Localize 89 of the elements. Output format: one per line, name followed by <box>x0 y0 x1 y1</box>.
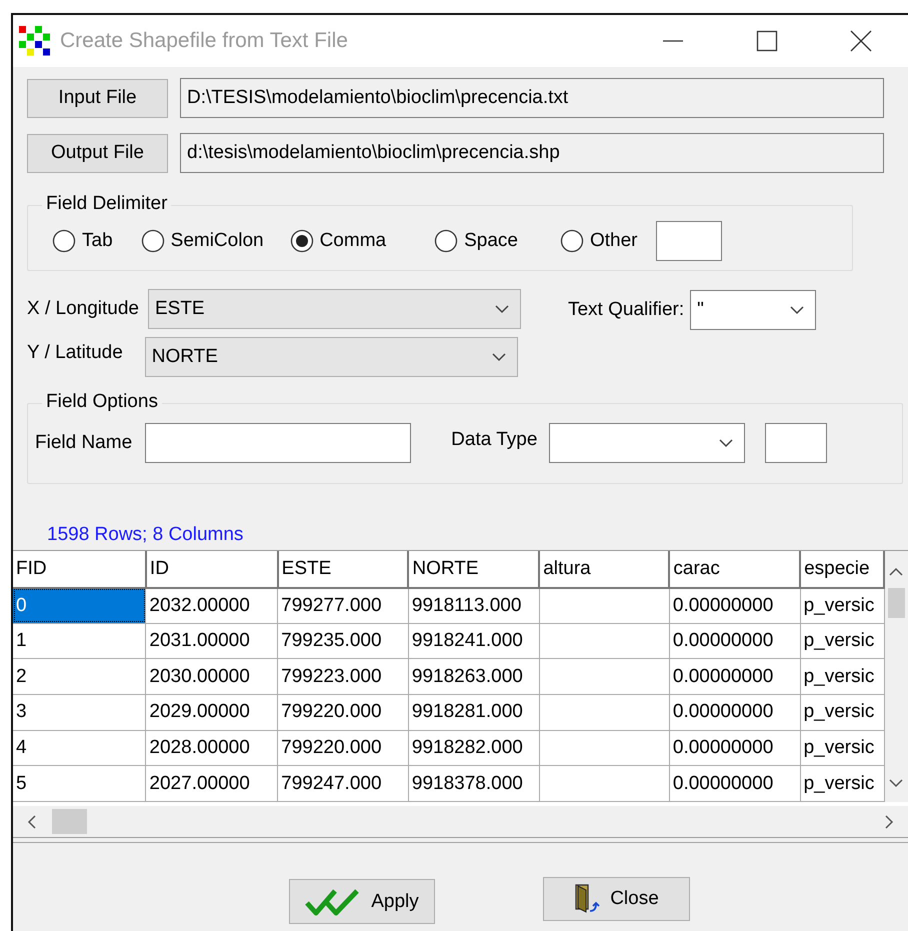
table-cell: p_versic <box>800 766 884 802</box>
radio-circle-icon[interactable] <box>560 229 584 253</box>
table-cell: 2 <box>13 658 146 695</box>
dialog-button[interactable]: Apply <box>289 879 435 924</box>
table-cell: 799277.000 <box>278 588 408 624</box>
table-cell: 4 <box>13 730 146 766</box>
field-label: Text Qualifier: <box>568 299 684 321</box>
radio-circle-icon[interactable] <box>52 229 76 253</box>
window-title: Create Shapefile from Text File <box>60 29 349 53</box>
chevron-up-icon[interactable] <box>889 567 904 576</box>
table-cell: 9918241.000 <box>408 623 540 659</box>
radio-button[interactable]: Comma <box>290 229 386 253</box>
table-cell: 2032.00000 <box>146 588 278 624</box>
table-cell: 799220.000 <box>278 694 408 730</box>
dropdown[interactable] <box>549 423 746 463</box>
chevron-down-icon <box>494 304 510 314</box>
scrollbar-thumb[interactable] <box>52 809 87 834</box>
group-label: Field Options <box>42 391 162 413</box>
row-count-label: 1598 Rows; 8 Columns <box>47 524 244 546</box>
horizontal-scrollbar[interactable] <box>13 806 908 837</box>
chevron-down-icon[interactable] <box>889 779 904 788</box>
field-label: X / Longitude <box>27 298 139 320</box>
table-cell: 0.00000000 <box>669 694 800 730</box>
table-cell: p_versic <box>800 623 884 659</box>
file-path-field[interactable]: D:\TESIS\modelamiento\bioclim\precencia.txt <box>180 78 884 118</box>
table-cell: p_versic <box>800 730 884 766</box>
column-header[interactable]: carac <box>669 551 800 588</box>
vertical-scrollbar[interactable] <box>885 551 908 802</box>
table-cell: 2028.00000 <box>146 730 278 766</box>
radio-button[interactable]: Tab <box>52 229 113 253</box>
dropdown[interactable]: ESTE <box>148 289 521 329</box>
field-label: Data Type <box>451 429 538 451</box>
field-label: Field Name <box>35 432 132 454</box>
table-cell: 799220.000 <box>278 730 408 766</box>
radio-button[interactable]: Space <box>434 229 518 253</box>
table-cell: 0.00000000 <box>669 730 800 766</box>
table-cell: 2027.00000 <box>146 766 278 802</box>
table-cell: 9918378.000 <box>408 766 540 802</box>
chevron-right-icon[interactable] <box>885 814 894 828</box>
chevron-left-icon[interactable] <box>27 814 36 828</box>
table-cell: 2031.00000 <box>146 623 278 659</box>
chevron-down-icon <box>490 352 507 362</box>
table-cell: 0.00000000 <box>669 766 800 802</box>
file-path-field[interactable]: d:\tesis\modelamiento\bioclim\precencia.shp <box>180 133 884 173</box>
maximize-icon[interactable] <box>756 30 778 52</box>
scrollbar-thumb[interactable] <box>888 588 905 618</box>
door-icon <box>574 884 600 914</box>
table-cell: 9918282.000 <box>408 730 540 766</box>
table-cell: 799247.000 <box>278 766 408 802</box>
checkered-app-icon <box>19 26 51 56</box>
table-cell: 9918113.000 <box>408 588 540 624</box>
table-cell: 0 <box>13 588 146 624</box>
radio-button[interactable]: SemiColon <box>140 229 264 253</box>
table-cell: 9918263.000 <box>408 658 540 695</box>
table-cell: 1 <box>13 623 146 659</box>
file-button[interactable]: Input File <box>27 78 168 118</box>
text-input[interactable] <box>656 221 722 261</box>
table-cell: 0.00000000 <box>669 623 800 659</box>
text-input[interactable] <box>765 423 828 463</box>
table-cell: 0.00000000 <box>669 588 800 624</box>
radio-button[interactable]: Other <box>560 229 638 253</box>
column-header[interactable]: ID <box>146 551 278 588</box>
double-check-icon <box>305 888 362 916</box>
close-icon[interactable] <box>850 30 872 52</box>
table-cell: 799223.000 <box>278 658 408 695</box>
table-cell: 2029.00000 <box>146 694 278 730</box>
text-input[interactable] <box>145 423 412 463</box>
table-cell: 0.00000000 <box>669 658 800 695</box>
column-header[interactable]: NORTE <box>408 551 540 588</box>
table-cell: p_versic <box>800 588 884 624</box>
radio-circle-icon[interactable] <box>140 229 165 253</box>
table-cell: 9918281.000 <box>408 694 540 730</box>
dialog-button[interactable]: Close <box>543 877 690 921</box>
radio-circle-icon[interactable] <box>290 229 314 253</box>
table-cell: 5 <box>13 766 146 802</box>
column-header[interactable]: ESTE <box>278 551 408 588</box>
table-cell: 2030.00000 <box>146 658 278 695</box>
radio-circle-icon[interactable] <box>434 229 458 253</box>
file-button[interactable]: Output File <box>27 134 168 172</box>
table-cell: 799235.000 <box>278 623 408 659</box>
dropdown[interactable]: NORTE <box>144 337 518 377</box>
chevron-down-icon <box>718 438 734 448</box>
column-header[interactable]: altura <box>539 551 670 588</box>
table-cell: 3 <box>13 694 146 730</box>
table-cell: p_versic <box>800 658 884 695</box>
chevron-down-icon <box>789 305 806 315</box>
dropdown[interactable]: " <box>690 290 816 330</box>
field-label: Y / Latitude <box>27 342 123 364</box>
table-cell: p_versic <box>800 694 884 730</box>
